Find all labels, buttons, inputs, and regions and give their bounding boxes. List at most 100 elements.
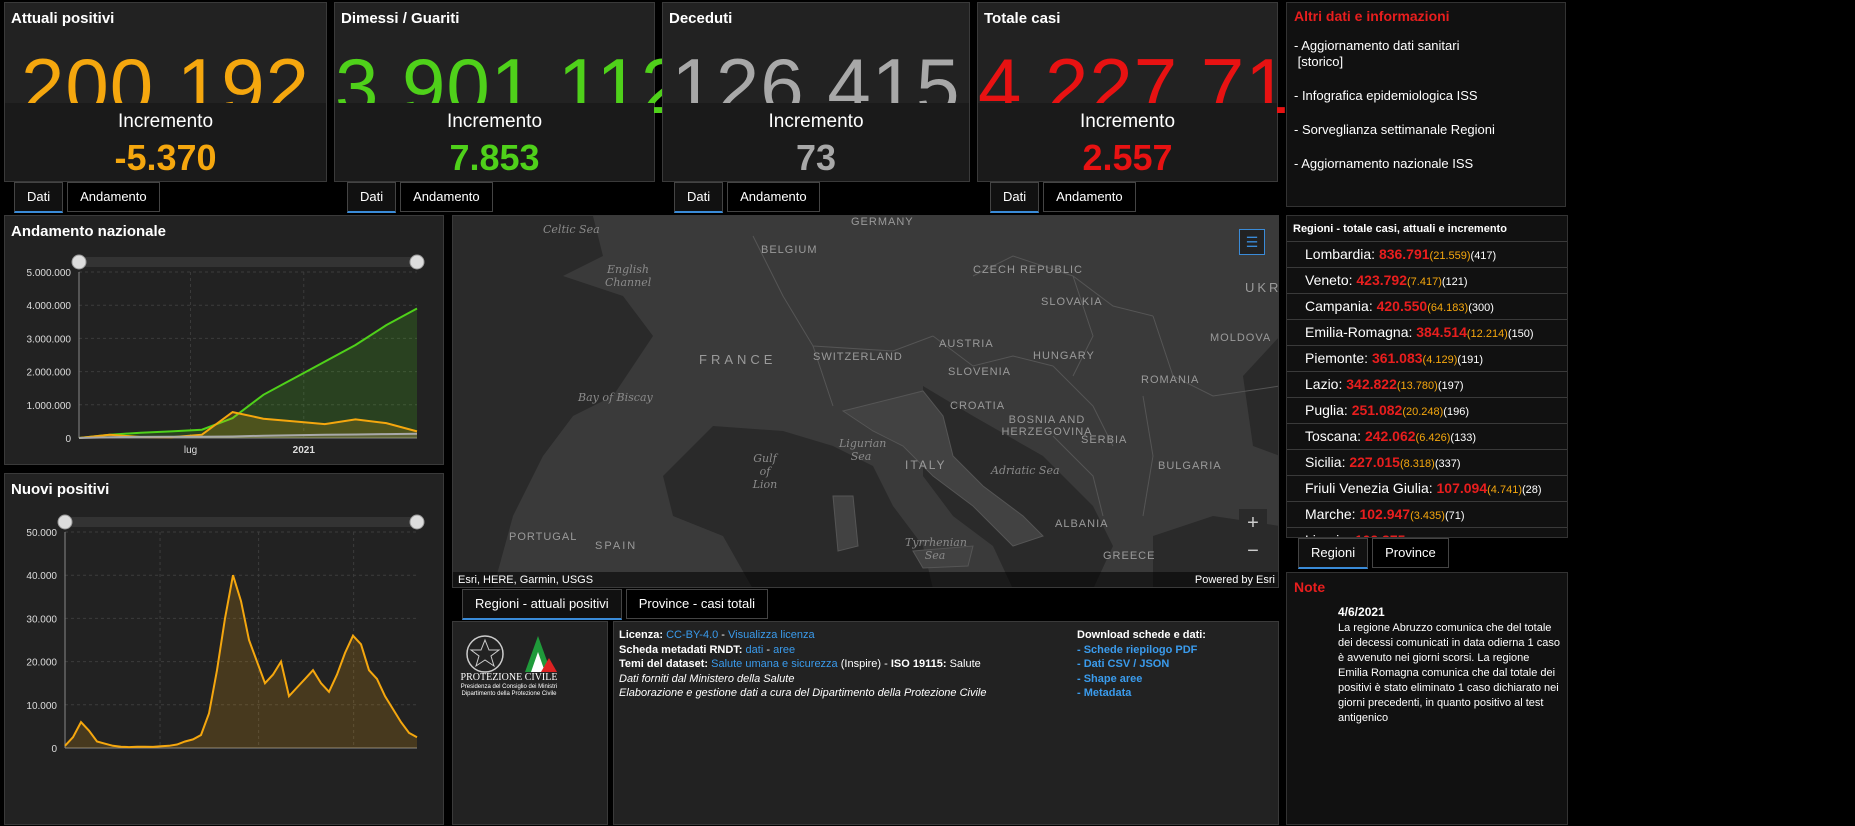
region-row[interactable]: Campania: 420.550(64.183)(300) bbox=[1287, 294, 1567, 320]
map-label: GERMANY bbox=[851, 216, 914, 228]
stat-increment-box: Incremento 73 bbox=[663, 103, 969, 181]
region-attuali: (4.741) bbox=[1487, 484, 1522, 496]
stat-title: Deceduti bbox=[669, 10, 733, 27]
region-name: Lombardia: bbox=[1305, 246, 1376, 262]
stat-panel-attuali: Attuali positivi 200.192 Incremento -5.3… bbox=[4, 2, 327, 182]
region-total: 361.083 bbox=[1371, 350, 1423, 366]
temi-link[interactable]: Salute umana e sicurezza bbox=[711, 658, 838, 670]
region-attuali: (20.248) bbox=[1402, 406, 1444, 418]
info-link-sorveglianza[interactable]: - Sorveglianza settimanale Regioni bbox=[1294, 122, 1558, 138]
region-incremento: (71) bbox=[1444, 510, 1465, 522]
info-link-infografica[interactable]: - Infografica epidemiologica ISS bbox=[1294, 88, 1558, 104]
region-incremento: (300) bbox=[1468, 302, 1494, 314]
increment-value: 73 bbox=[795, 137, 837, 178]
map-label: AUSTRIA bbox=[939, 338, 994, 350]
stat-title: Dimessi / Guariti bbox=[341, 10, 460, 27]
range-slider-handle-left[interactable] bbox=[71, 254, 87, 270]
region-row[interactable]: Lazio: 342.822(13.780)(197) bbox=[1287, 372, 1567, 398]
info-panel: Altri dati e informazioni - Aggiornament… bbox=[1286, 2, 1566, 207]
y-tick-label: 2.000.000 bbox=[27, 368, 72, 379]
map-label: UKR bbox=[1245, 280, 1279, 295]
region-row[interactable]: Lombardia: 836.791(21.559)(417) bbox=[1287, 242, 1567, 268]
range-slider-handle-right[interactable] bbox=[409, 514, 425, 530]
region-incremento: (191) bbox=[1457, 354, 1484, 366]
region-row[interactable]: Veneto: 423.792(7.417)(121) bbox=[1287, 268, 1567, 294]
tab-dati[interactable]: Dati bbox=[14, 182, 64, 213]
map-label: GREECE bbox=[1103, 550, 1156, 562]
note-date: 4/6/2021 bbox=[1338, 605, 1385, 619]
visualizza-licenza-link[interactable]: Visualizza licenza bbox=[728, 629, 815, 641]
info-link-iss[interactable]: - Aggiornamento nazionale ISS bbox=[1294, 156, 1558, 172]
note-title: Note bbox=[1294, 579, 1326, 595]
tab-andamento[interactable]: Andamento bbox=[400, 182, 493, 212]
y-tick-label: 30.000 bbox=[26, 614, 57, 625]
region-row[interactable]: Toscana: 242.062(6.426)(133) bbox=[1287, 424, 1567, 450]
region-row[interactable]: Emilia-Romagna: 384.514(12.214)(150) bbox=[1287, 320, 1567, 346]
tab-dati[interactable]: Dati bbox=[347, 182, 397, 213]
region-name: Piemonte: bbox=[1305, 350, 1369, 366]
map[interactable]: GERMANY BELGIUM CZECH REPUBLIC SLOVAKIA … bbox=[452, 215, 1279, 588]
region-name: Lazio: bbox=[1305, 376, 1343, 392]
increment-value: 2.557 bbox=[1082, 137, 1173, 178]
stat-tabs-attuali: Dati Andamento bbox=[14, 182, 160, 213]
tab-regioni-attuali[interactable]: Regioni - attuali positivi bbox=[462, 589, 622, 620]
scheda-aree-link[interactable]: aree bbox=[773, 644, 795, 656]
zoom-in-button[interactable]: + bbox=[1239, 509, 1267, 537]
tab-andamento[interactable]: Andamento bbox=[67, 182, 160, 212]
region-row[interactable]: Marche: 102.947(3.435)(71) bbox=[1287, 502, 1567, 528]
regions-tabs: Regioni Province bbox=[1298, 538, 1449, 569]
y-tick-label: 3.000.000 bbox=[27, 334, 72, 345]
y-tick-label: 4.000.000 bbox=[27, 301, 72, 312]
region-row[interactable]: Liguria: 102.875(857)(20) bbox=[1287, 528, 1567, 537]
range-slider-handle-right[interactable] bbox=[409, 254, 425, 270]
download-metadata-link[interactable]: - Metadata bbox=[1077, 686, 1206, 701]
tab-dati[interactable]: Dati bbox=[674, 182, 724, 213]
tab-andamento[interactable]: Andamento bbox=[1043, 182, 1136, 212]
region-total: 420.550 bbox=[1376, 298, 1428, 314]
map-label: ITALY bbox=[905, 458, 947, 472]
tab-province-casi[interactable]: Province - casi totali bbox=[625, 589, 769, 619]
region-row[interactable]: Puglia: 251.082(20.248)(196) bbox=[1287, 398, 1567, 424]
zoom-out-button[interactable]: − bbox=[1239, 538, 1267, 566]
sea-label: English Channel bbox=[605, 263, 652, 289]
logo-sub1: Presidenza del Consiglio dei Ministri bbox=[460, 684, 558, 690]
range-slider-handle-left[interactable] bbox=[57, 514, 73, 530]
region-row[interactable]: Sicilia: 227.015(8.318)(337) bbox=[1287, 450, 1567, 476]
region-attuali: (4.129) bbox=[1422, 354, 1458, 366]
map-label: SPAIN bbox=[595, 540, 638, 552]
scheda-dati-link[interactable]: dati bbox=[746, 644, 764, 656]
download-csv-link[interactable]: - Dati CSV / JSON bbox=[1077, 657, 1206, 672]
info-link-aggiornamento[interactable]: - Aggiornamento dati sanitari [storico] bbox=[1294, 38, 1558, 70]
region-name: Marche: bbox=[1305, 506, 1356, 522]
map-label: PORTUGAL bbox=[509, 531, 578, 543]
tab-dati[interactable]: Dati bbox=[990, 182, 1040, 213]
regions-panel: Regioni - totale casi, attuali e increme… bbox=[1286, 215, 1568, 538]
region-row[interactable]: Piemonte: 361.083(4.129)(191) bbox=[1287, 346, 1567, 372]
map-label: MOLDOVA bbox=[1210, 332, 1272, 344]
region-total: 423.792 bbox=[1356, 272, 1407, 288]
stat-tabs-deceduti: Dati Andamento bbox=[674, 182, 820, 213]
map-label: SWITZERLAND bbox=[813, 351, 903, 363]
chart-nuovi-positivi: Nuovi positivi 50.000 40.000 30.000 20.000 1… bbox=[4, 473, 444, 825]
map-label: HUNGARY bbox=[1033, 350, 1095, 362]
footer-info-panel: Licenza: CC-BY-4.0 - Visualizza licenza … bbox=[613, 621, 1279, 825]
increment-value: 7.853 bbox=[449, 137, 540, 178]
tab-andamento[interactable]: Andamento bbox=[727, 182, 820, 212]
x-tick-label: lug bbox=[184, 445, 197, 456]
footer-logo-panel: PROTEZIONE CIVILE Presidenza del Consigl… bbox=[452, 621, 608, 825]
stat-increment-box: Incremento 7.853 bbox=[335, 103, 654, 181]
tab-regioni[interactable]: Regioni bbox=[1298, 538, 1369, 569]
download-shape-link[interactable]: - Shape aree bbox=[1077, 672, 1206, 687]
licenza-value-link[interactable]: CC-BY-4.0 bbox=[666, 629, 718, 641]
download-pdf-link[interactable]: - Schede riepilogo PDF bbox=[1077, 643, 1206, 658]
legend-list-button[interactable]: ☰ bbox=[1239, 229, 1265, 255]
region-row[interactable]: Friuli Venezia Giulia: 107.094(4.741)(28… bbox=[1287, 476, 1567, 502]
chart-andamento-nazionale: Andamento nazionale 5.000.000 4.000.000 3.… bbox=[4, 215, 444, 465]
stat-increment-box: Incremento -5.370 bbox=[5, 103, 326, 181]
tab-province[interactable]: Province bbox=[1372, 538, 1449, 568]
sea-label: Tyrrhenian Sea bbox=[905, 536, 967, 562]
powered-by-esri[interactable]: Powered by Esri bbox=[1195, 572, 1275, 587]
map-label: SLOVENIA bbox=[948, 366, 1012, 378]
stat-increment-box: Incremento 2.557 bbox=[978, 103, 1277, 181]
map-label: FRANCE bbox=[699, 352, 777, 367]
